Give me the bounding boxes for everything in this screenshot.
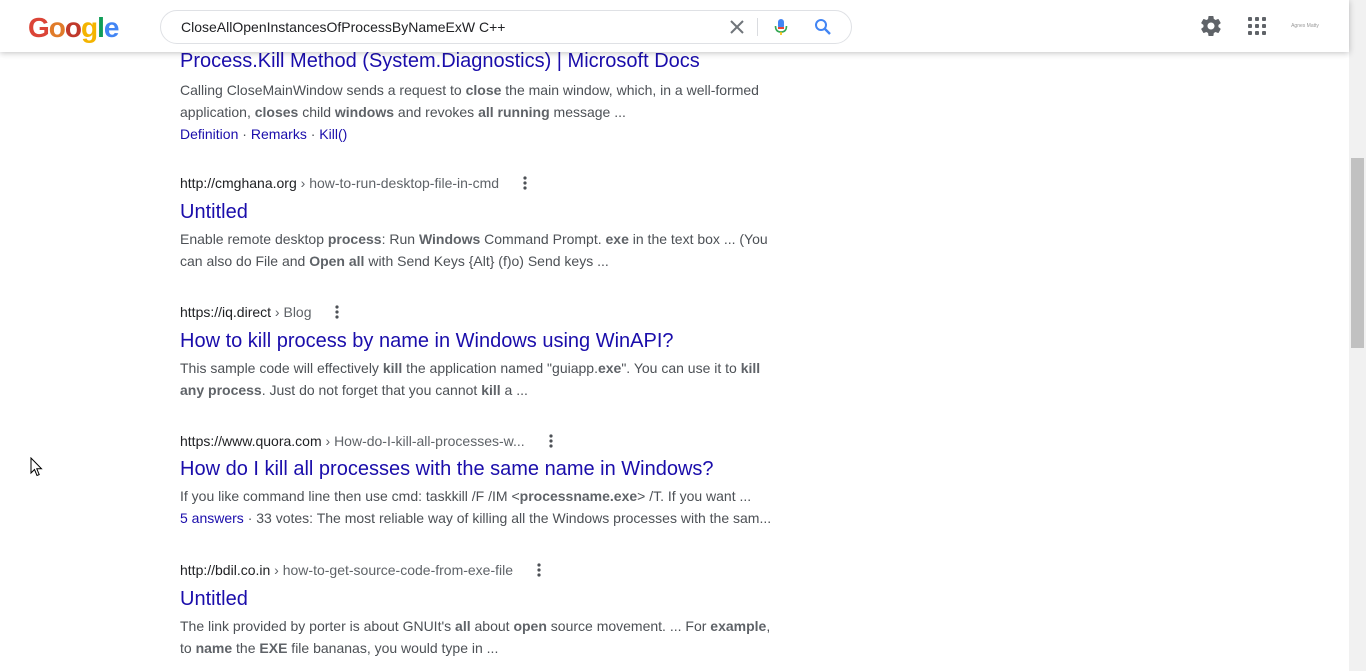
snippet-keyword: name: [195, 640, 233, 656]
snippet-text: > /T. If you want ...: [637, 488, 752, 504]
scrollbar-thumb[interactable]: [1351, 158, 1364, 348]
more-vert-icon[interactable]: [537, 563, 541, 577]
search-icon[interactable]: [813, 17, 833, 37]
more-vert-icon[interactable]: [523, 176, 527, 190]
snippet-text: If you like command line then use cmd: t…: [180, 488, 520, 504]
result-site: http://cmghana.org: [180, 175, 297, 191]
snippet-keyword: process: [327, 231, 382, 247]
result-snippet: This sample code will effectively kill t…: [180, 357, 780, 401]
result-3: https://iq.direct › Blog How to kill pro…: [180, 302, 780, 401]
result-site: http://bdil.co.in: [180, 562, 271, 578]
result-title[interactable]: How do I kill all processes with the sam…: [180, 456, 780, 482]
search-box: [160, 10, 852, 44]
more-vert-icon[interactable]: [335, 305, 340, 319]
sitelink-separator: ·: [242, 126, 251, 142]
snippet-text: a ...: [500, 382, 528, 398]
snippet-keyword: processname.exe: [519, 488, 638, 504]
sitelink-separator: ·: [310, 126, 320, 142]
search-divider: [757, 18, 758, 36]
snippet-text: Command Prompt.: [480, 231, 606, 247]
result-snippet: Calling CloseMainWindow sends a request …: [180, 79, 780, 123]
snippet-keyword: close: [465, 82, 502, 98]
logo-letter: o: [48, 12, 66, 43]
result-sitelinks: Definition · Remarks · Kill(): [180, 123, 780, 145]
mic-icon[interactable]: [771, 17, 791, 37]
snippet-text: the application named "guiapp.: [402, 360, 598, 376]
answers-votes-text: · 33 votes: The most reliable way of kil…: [243, 510, 772, 526]
snippet-text: The link provided by porter is about GNU…: [180, 618, 456, 634]
result-site: https://www.quora.com: [180, 433, 322, 449]
result-2: http://cmghana.org › how-to-run-desktop-…: [180, 173, 780, 272]
result-path: › How-do-I-kill-all-processes-w...: [321, 433, 525, 449]
more-vert-icon[interactable]: [548, 434, 553, 448]
snippet-text: source movement. ... For: [546, 618, 711, 634]
snippet-text: . Just do not forget that you cannot: [261, 382, 482, 398]
result-cite[interactable]: http://cmghana.org › how-to-run-desktop-…: [180, 173, 780, 193]
snippet-keyword: example: [710, 618, 767, 634]
result-5: http://bdil.co.in › how-to-get-source-co…: [180, 560, 780, 659]
snippet-keyword: all running: [478, 104, 550, 120]
result-cite[interactable]: http://bdil.co.in › how-to-get-source-co…: [180, 560, 780, 580]
gear-icon[interactable]: [1199, 14, 1223, 38]
result-site: https://iq.direct: [180, 304, 272, 320]
snippet-keyword: closes: [254, 104, 299, 120]
account-avatar[interactable]: Agnes Matty: [1290, 13, 1320, 39]
sitelink-definition[interactable]: Definition: [180, 126, 238, 142]
snippet-text: file bananas, you would type in ...: [287, 640, 499, 656]
logo-letter: G: [28, 12, 50, 43]
snippet-text: ". You can use it to: [621, 360, 741, 376]
result-cite[interactable]: https://iq.direct › Blog: [180, 302, 780, 322]
snippet-keyword: open: [513, 618, 547, 634]
scrollbar[interactable]: [1349, 0, 1366, 671]
result-path: › how-to-get-source-code-from-exe-file: [270, 562, 514, 578]
snippet-text: : Run: [381, 231, 419, 247]
snippet-text: Calling CloseMainWindow sends a request …: [180, 82, 466, 98]
snippet-keyword: EXE: [259, 640, 288, 656]
logo-letter: g: [81, 12, 98, 43]
logo-letter: l: [97, 12, 105, 43]
snippet-text: the: [232, 640, 260, 656]
snippet-keyword: kill: [382, 360, 403, 376]
snippet-text: message ...: [549, 104, 626, 120]
snippet-text: Enable remote desktop: [180, 231, 328, 247]
google-logo[interactable]: Google: [28, 12, 120, 44]
snippet-text: with Send Keys {Alt} (f)o) Send keys ...: [364, 253, 609, 269]
logo-letter: o: [64, 12, 82, 43]
result-cite[interactable]: https://www.quora.com › How-do-I-kill-al…: [180, 431, 780, 451]
snippet-keyword: Windows: [418, 231, 481, 247]
snippet-keyword: exe: [605, 231, 629, 247]
sitelink-remarks[interactable]: Remarks: [251, 126, 307, 142]
result-path: › Blog: [271, 304, 312, 320]
snippet-keyword: windows: [334, 104, 395, 120]
result-path: › how-to-run-desktop-file-in-cmd: [296, 175, 500, 191]
clear-icon[interactable]: [727, 17, 747, 37]
result-4: https://www.quora.com › How-do-I-kill-al…: [180, 431, 780, 529]
snippet-text: This sample code will effectively: [180, 360, 383, 376]
result-answers: 5 answers · 33 votes: The most reliable …: [180, 507, 780, 529]
snippet-text: about: [470, 618, 514, 634]
sitelink-kill[interactable]: Kill(): [319, 126, 347, 142]
snippet-keyword: kill: [481, 382, 501, 398]
result-title[interactable]: How to kill process by name in Windows u…: [180, 328, 780, 354]
logo-letter: e: [103, 12, 120, 43]
search-input[interactable]: [181, 16, 701, 38]
snippet-text: child: [298, 104, 335, 120]
mouse-cursor-icon: [30, 457, 43, 477]
snippet-keyword: all: [455, 618, 471, 634]
result-1: Process.Kill Method (System.Diagnostics)…: [180, 48, 780, 145]
snippet-text: and revokes: [394, 104, 479, 120]
answers-link[interactable]: 5 answers: [180, 510, 244, 526]
snippet-keyword: exe: [597, 360, 622, 376]
snippet-keyword: Open all: [309, 253, 365, 269]
apps-grid-icon[interactable]: [1245, 14, 1269, 38]
header-bar: Google Agnes Matty: [0, 0, 1349, 52]
result-title[interactable]: Untitled: [180, 199, 780, 225]
result-snippet: The link provided by porter is about GNU…: [180, 615, 780, 659]
result-snippet: Enable remote desktop process: Run Windo…: [180, 228, 780, 272]
result-snippet: If you like command line then use cmd: t…: [180, 485, 780, 507]
result-title[interactable]: Untitled: [180, 586, 780, 612]
